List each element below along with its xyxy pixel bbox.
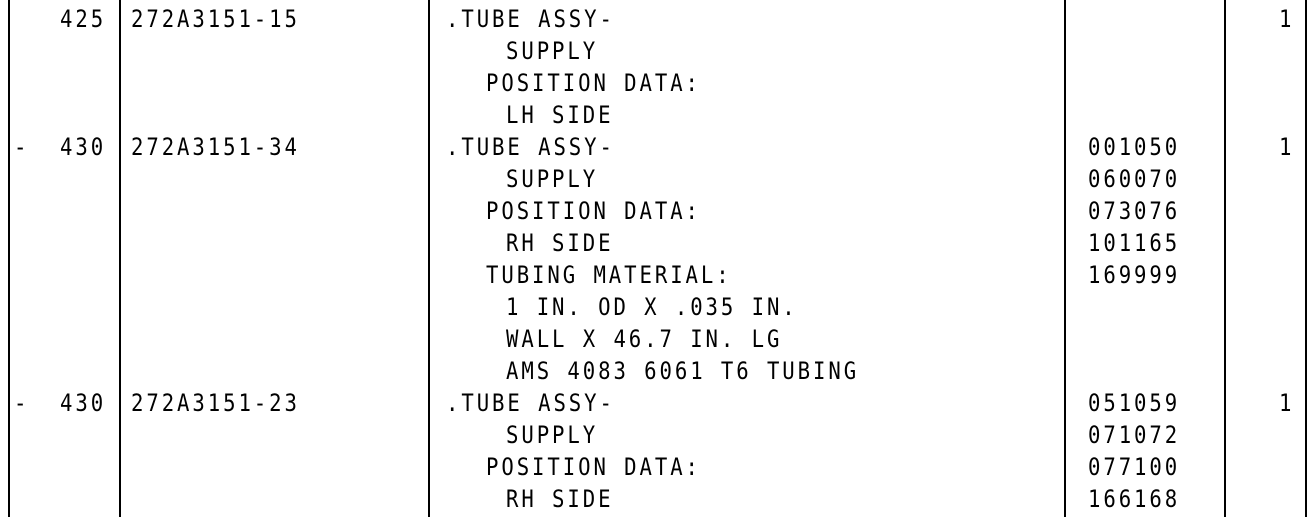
item-number: 430 [60,389,107,417]
nomenclature-line: SUPPLY [506,165,599,193]
effectivity-code: 169999 [1088,261,1181,289]
nomenclature-line: SUPPLY [506,37,599,65]
effectivity-code: 166168 [1088,485,1181,513]
column-rule-part [428,0,430,517]
column-rule-effect [1224,0,1226,517]
units-per-assy: 1 [1279,133,1295,161]
item-number: 430 [60,133,107,161]
item-number: 425 [60,5,107,33]
effectivity-code: 051059 [1088,389,1181,417]
nomenclature-line: RH SIDE [506,485,614,513]
nomenclature-line: SUPPLY [506,421,599,449]
units-per-assy: 1 [1279,389,1295,417]
effectivity-code: 001050 [1088,133,1181,161]
part-number: 272A3151-34 [131,133,300,161]
nomenclature-line: AMS 4083 6061 T6 TUBING [506,357,860,385]
part-number: 272A3151-23 [131,389,300,417]
column-rule-item [119,0,121,517]
effectivity-code: 071072 [1088,421,1181,449]
change-marker: - [14,389,30,417]
nomenclature-line: RH SIDE [506,229,614,257]
effectivity-code: 077100 [1088,453,1181,481]
column-rule-left [8,0,10,517]
nomenclature-line: .TUBE ASSY- [446,389,615,417]
change-marker: - [14,133,30,161]
part-number: 272A3151-15 [131,5,300,33]
nomenclature-line: .TUBE ASSY- [446,133,615,161]
nomenclature-line: TUBING MATERIAL: [486,261,732,289]
nomenclature-line: POSITION DATA: [486,69,701,97]
nomenclature-line: .TUBE ASSY- [446,5,615,33]
nomenclature-line: 1 IN. OD X .035 IN. [506,293,798,321]
column-rule-nomen [1064,0,1066,517]
column-rule-right [1305,0,1307,517]
nomenclature-line: WALL X 46.7 IN. LG [506,325,783,353]
effectivity-code: 060070 [1088,165,1181,193]
nomenclature-line: POSITION DATA: [486,453,701,481]
effectivity-code: 101165 [1088,229,1181,257]
effectivity-code: 073076 [1088,197,1181,225]
units-per-assy: 1 [1279,5,1295,33]
nomenclature-line: LH SIDE [506,101,614,129]
nomenclature-line: POSITION DATA: [486,197,701,225]
